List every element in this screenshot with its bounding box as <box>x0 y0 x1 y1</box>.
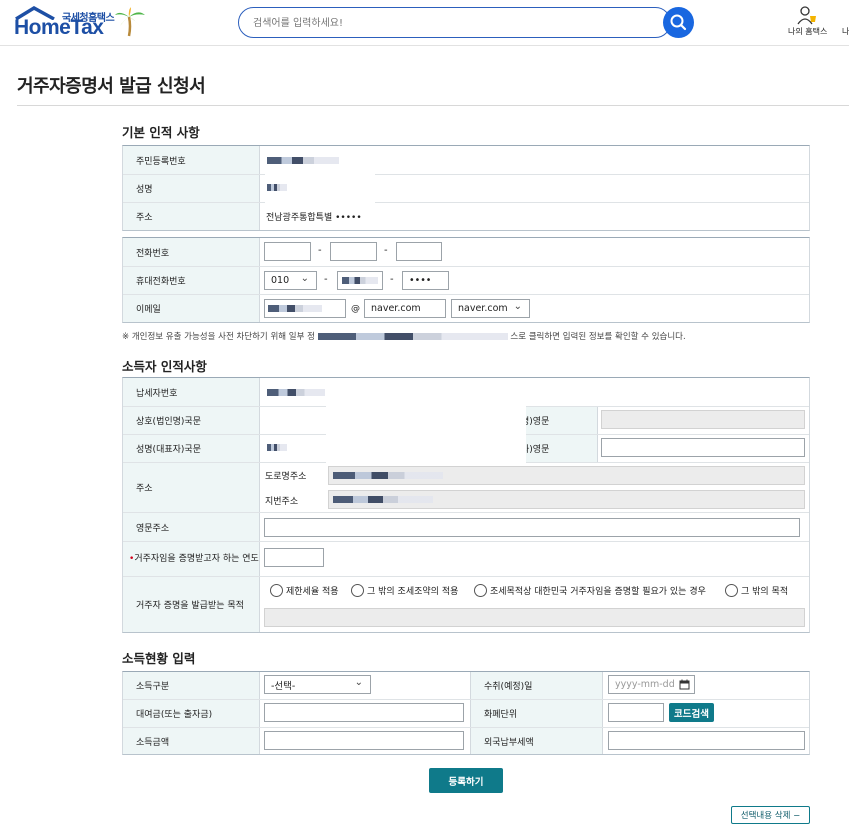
year-label-text: 거주자임을 증명받고자 하는 연도 <box>134 554 259 564</box>
english-address-label: 영문주소 <box>123 513 260 541</box>
my-hometax-user-icon[interactable] <box>797 5 819 25</box>
purpose-option-label: 그 밖의 목적 <box>741 587 789 597</box>
address-label: 주소 <box>123 203 260 230</box>
top-header: 국세청홈택스 HomeTax 나의 홈택스 나 <box>0 0 849 46</box>
purpose-option-1[interactable]: 제한세율 적용 <box>270 584 339 597</box>
radio-circle[interactable] <box>270 584 283 597</box>
search-button[interactable] <box>663 7 694 38</box>
mobile-prefix-value: 010 <box>271 275 290 286</box>
masked-lot-address <box>333 496 433 503</box>
purpose-option-label: 조세목적상 대한민국 거주자임을 증명할 필요가 있는 경우 <box>490 587 706 597</box>
title-divider <box>17 105 849 106</box>
rrn-label: 주민등록번호 <box>123 146 260 174</box>
palm-tree-icon <box>115 7 145 37</box>
page-title: 거주자증명서 발급 신청서 <box>17 76 206 97</box>
year-input[interactable] <box>264 548 324 567</box>
basic-info-table: 주민등록번호 성명 주소 전남광주통합특별 ••••• <box>122 145 810 231</box>
phone-part1-input[interactable] <box>264 242 311 261</box>
section-title-income: 소득현황 입력 <box>122 651 196 666</box>
phone-part2-input[interactable] <box>330 242 377 261</box>
mobile-label: 휴대전화번호 <box>123 267 260 294</box>
masked-road-address <box>333 472 443 479</box>
mobile-last-input[interactable]: •••• <box>402 271 449 290</box>
currency-input[interactable] <box>608 703 664 722</box>
masked-mobile-middle <box>342 277 378 284</box>
tin-label: 납세자번호 <box>123 378 260 406</box>
address-label: 주소 <box>123 463 260 512</box>
year-label: •거주자임을 증명받고자 하는 연도 <box>123 542 260 576</box>
header-next-link[interactable]: 나 <box>842 26 849 37</box>
search-bar[interactable] <box>238 7 671 38</box>
search-icon <box>670 14 687 31</box>
receipt-date-label: 수취(예정)일 <box>470 672 603 699</box>
amount-label: 소득금액 <box>123 728 260 754</box>
loan-amount-input[interactable] <box>264 703 464 722</box>
masked-tin-value <box>267 389 325 396</box>
address-value: 전남광주통합특별 ••••• <box>266 213 362 223</box>
purpose-option-4[interactable]: 그 밖의 목적 <box>725 584 788 597</box>
delete-selected-button[interactable]: 선택내용 삭제 − <box>731 806 810 824</box>
email-domain-value: naver.com <box>371 303 421 314</box>
purpose-option-2[interactable]: 그 밖의 조세조약의 적용 <box>351 584 458 597</box>
income-type-select[interactable]: -선택- <box>264 675 371 694</box>
my-hometax-link[interactable]: 나의 홈택스 <box>788 26 827 37</box>
section-title-basic: 기본 인적 사항 <box>122 125 200 140</box>
radio-circle[interactable] <box>725 584 738 597</box>
email-label: 이메일 <box>123 295 260 322</box>
privacy-notice-start: ※ 개인정보 유출 가능성을 사전 차단하기 위해 일부 정 <box>122 332 315 342</box>
privacy-notice: ※ 개인정보 유출 가능성을 사전 차단하기 위해 일부 정 스로 클릭하면 입… <box>122 330 686 342</box>
email-domain-select[interactable]: naver.com <box>451 299 530 318</box>
mobile-prefix-select[interactable]: 010 <box>264 271 317 290</box>
income-amount-input[interactable] <box>264 731 464 750</box>
income-type-label: 소득구분 <box>123 672 260 699</box>
purpose-option-label: 제한세율 적용 <box>286 587 339 597</box>
foreign-tax-input[interactable] <box>608 731 805 750</box>
radio-circle[interactable] <box>474 584 487 597</box>
rep-en-input[interactable] <box>601 438 805 457</box>
masked-rrn-value <box>267 157 339 164</box>
register-button[interactable]: 등록하기 <box>429 768 503 793</box>
purpose-label: 거주자 증명을 발급받는 목적 <box>123 577 260 632</box>
code-search-button[interactable]: 코드검색 <box>669 703 714 722</box>
foreign-tax-label: 외국납부세액 <box>470 728 603 754</box>
privacy-notice-end: 스로 클릭하면 입력된 정보를 확인할 수 있습니다. <box>510 332 686 342</box>
radio-circle[interactable] <box>351 584 364 597</box>
date-placeholder: yyyy-mm-dd <box>615 679 675 690</box>
company-kr-label: 상호(법인명)국문 <box>123 407 260 434</box>
english-address-input[interactable] <box>264 518 800 537</box>
loan-label: 대여금(또는 출자금) <box>123 700 260 727</box>
search-input[interactable] <box>251 15 651 31</box>
name-label: 성명 <box>123 175 260 202</box>
phone-label: 전화번호 <box>123 238 260 266</box>
redaction-block <box>265 146 375 204</box>
calendar-icon[interactable] <box>679 679 690 690</box>
road-address-label: 도로명주소 <box>265 472 307 482</box>
section-title-earner: 소득자 인적사항 <box>122 359 207 374</box>
redaction-block <box>326 380 526 463</box>
lot-address-label: 지번주소 <box>265 497 299 507</box>
email-domain-input[interactable]: naver.com <box>364 299 446 318</box>
masked-name-value <box>267 184 287 191</box>
purpose-option-3[interactable]: 조세목적상 대한민국 거주자임을 증명할 필요가 있는 경우 <box>474 584 706 597</box>
dash-separator: - <box>324 274 328 285</box>
mobile-last-value: •••• <box>409 275 432 286</box>
masked-email-id <box>268 305 322 312</box>
dash-separator: - <box>390 274 394 285</box>
income-type-value: -선택- <box>271 680 296 692</box>
rep-kr-label: 성명(대표자)국문 <box>123 435 260 462</box>
masked-rep-name <box>267 444 287 451</box>
hometax-logo[interactable]: HomeTax <box>14 16 104 40</box>
currency-label: 화폐단위 <box>470 700 603 727</box>
email-at-sign: @ <box>351 303 360 314</box>
purpose-option-label: 그 밖의 조세조약의 적용 <box>367 587 459 597</box>
email-domain-select-value: naver.com <box>458 303 508 314</box>
dash-separator: - <box>384 245 388 256</box>
dash-separator: - <box>318 245 322 256</box>
masked-notice-text <box>317 333 508 340</box>
purpose-other-input <box>264 608 805 627</box>
company-en-input <box>601 410 805 429</box>
phone-part3-input[interactable] <box>396 242 442 261</box>
